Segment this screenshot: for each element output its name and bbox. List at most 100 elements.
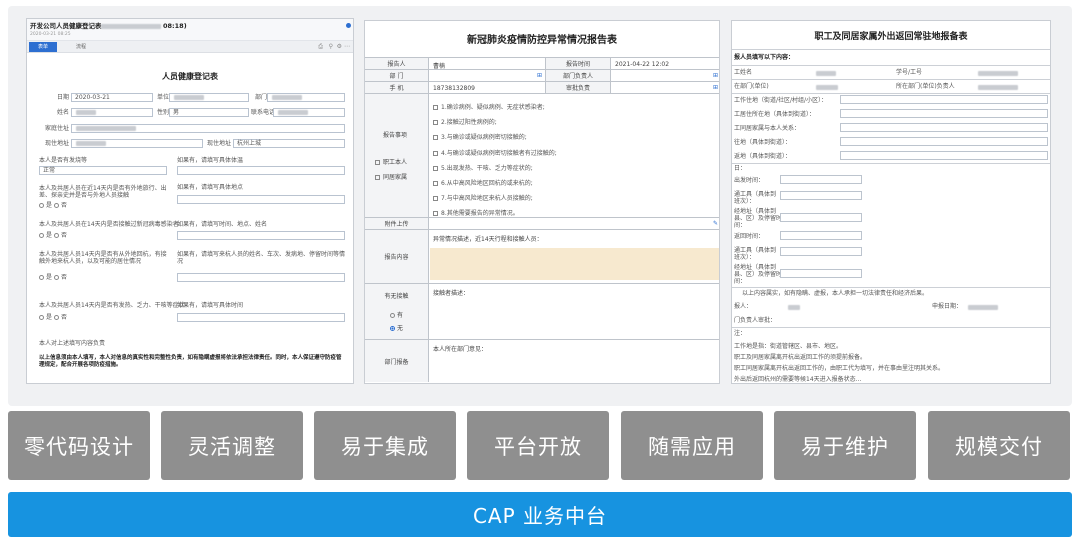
content-row: 报告内容 异常情况描述，近14天行程和接触人员： bbox=[365, 230, 719, 284]
transport-field[interactable] bbox=[780, 191, 862, 200]
relation-field[interactable] bbox=[840, 123, 1048, 132]
q3-detail-field[interactable] bbox=[177, 231, 345, 240]
self-checkbox[interactable]: 职工本人 bbox=[375, 157, 407, 166]
report-item[interactable]: 6.从中高风险地区回杭的或来杭的; bbox=[433, 176, 557, 191]
q5-detail-field[interactable] bbox=[177, 313, 345, 322]
report-time-value: 2021-04-22 12:02 bbox=[615, 61, 670, 68]
reporter-row: 报告人 曹楠 报告时间 2021-04-22 12:02 bbox=[365, 58, 719, 70]
return-time-field[interactable] bbox=[780, 231, 862, 240]
q4-detail-field[interactable] bbox=[177, 273, 345, 282]
temperature-field[interactable] bbox=[177, 166, 345, 175]
dept-row: 部 门 ⊞ 部门负责人 ⊞ bbox=[365, 70, 719, 82]
return-route-field[interactable] bbox=[780, 269, 862, 278]
destination-field[interactable] bbox=[840, 137, 1048, 146]
report-item[interactable]: 3.与确诊或疑似病例密切接触的; bbox=[433, 130, 557, 145]
blurred-value bbox=[788, 305, 800, 310]
return-time-label: 返回时间： bbox=[734, 233, 765, 240]
section-label: 报人员填写以下内容： bbox=[734, 54, 795, 61]
unit-label: 单位 bbox=[157, 94, 170, 101]
sign-label: 报人： bbox=[734, 303, 753, 310]
contact-hint: 接触者描述： bbox=[433, 290, 470, 297]
phone-row: 手 机 18738132809 审批负责 ⊞ bbox=[365, 82, 719, 94]
more-icon[interactable]: ⋯ bbox=[344, 44, 350, 50]
unit-field[interactable] bbox=[169, 93, 249, 102]
route-field[interactable] bbox=[780, 213, 862, 222]
current-address-label-2: 现住地址 bbox=[207, 140, 232, 147]
name-field[interactable] bbox=[71, 108, 153, 117]
residence-label: 工居住所在地（具体到街道）： bbox=[734, 111, 816, 118]
footer-note: 本人对上述填写内容负责 bbox=[39, 340, 106, 347]
dept-field[interactable] bbox=[267, 93, 345, 102]
tab-form[interactable]: 表单 bbox=[29, 42, 57, 52]
fever-field[interactable]: 正常 bbox=[39, 166, 167, 175]
items-row: 报告事项 职工本人 同居家属 1.确诊病例、疑似病例、无症状感染者; 2.接触过… bbox=[365, 94, 719, 218]
q3-options[interactable]: 是 否 bbox=[39, 233, 67, 239]
print-icon[interactable]: ⎙ bbox=[318, 44, 323, 50]
return-place-label: 返地（具体到街道）： bbox=[734, 153, 792, 160]
blurred-value bbox=[968, 305, 998, 310]
report-item[interactable]: 2.接触过阳性病例的; bbox=[433, 115, 557, 130]
report-item[interactable]: 5.出现发热、干咳、乏力等症状的; bbox=[433, 161, 557, 176]
q2-detail-field[interactable] bbox=[177, 195, 345, 204]
tab-flow[interactable]: 流程 bbox=[67, 42, 95, 52]
return-form-title: 职工及同居家属外出返回常驻地报备表 bbox=[814, 32, 968, 42]
footer-declaration: 以上信息须由本人填写，本人对信息的真实性和完整性负责，如有隐瞒虚报将依法承担法律… bbox=[39, 355, 342, 368]
address-label: 家庭住址 bbox=[45, 125, 70, 132]
feature-zero-code[interactable]: 零代码设计 bbox=[8, 411, 150, 480]
feature-integration[interactable]: 易于集成 bbox=[314, 411, 456, 480]
q5-options[interactable]: 是 否 bbox=[39, 315, 67, 321]
cap-business-platform-bar[interactable]: CAP 业务中台 bbox=[8, 492, 1072, 537]
depart-time-field[interactable] bbox=[780, 175, 862, 184]
note-item: 工作地是指：街道管辖区、县市、地区。 bbox=[734, 343, 843, 350]
feature-open-platform[interactable]: 平台开放 bbox=[467, 411, 609, 480]
dept-report-row: 部门报备 本人所在部门意见： bbox=[365, 340, 719, 382]
feature-maintainable[interactable]: 易于维护 bbox=[774, 411, 916, 480]
upload-icon[interactable]: ✎ bbox=[713, 220, 718, 227]
window-title: 开发公司人员健康登记表 bbox=[30, 22, 102, 30]
blurred-value bbox=[816, 85, 838, 90]
window-header: 开发公司人员健康登记表 08:18) 2020-03-21 08:25 bbox=[27, 19, 353, 41]
report-item[interactable]: 1.确诊病例、疑似病例、无症状感染者; bbox=[433, 100, 557, 115]
date-label: 日期 bbox=[57, 94, 70, 101]
return-place-field[interactable] bbox=[840, 151, 1048, 160]
residence-field[interactable] bbox=[840, 109, 1048, 118]
current-address-field[interactable] bbox=[71, 139, 203, 148]
screenshot-stage: 开发公司人员健康登记表 08:18) 2020-03-21 08:25 表单 流… bbox=[0, 0, 1080, 549]
address-field[interactable] bbox=[71, 124, 345, 133]
window-subtitle: 2020-03-21 08:25 bbox=[30, 32, 71, 37]
family-checkbox[interactable]: 同居家属 bbox=[375, 172, 407, 181]
status-dot-icon bbox=[346, 23, 351, 28]
note-item: 职工同居家属离开杭出返回工作的，由职工代为填写，并在事由里注明其关系。 bbox=[734, 365, 945, 372]
report-form-title: 新冠肺炎疫情防控异常情况报告表 bbox=[467, 35, 617, 46]
workplace-field[interactable] bbox=[840, 95, 1048, 104]
route-label: 经地址（具体到 县、区）及停留时 间： bbox=[734, 208, 783, 229]
settings-icon[interactable]: ⚙ bbox=[337, 44, 342, 50]
reporter-value: 曹楠 bbox=[433, 63, 446, 70]
feature-scale-delivery[interactable]: 规模交付 bbox=[928, 411, 1070, 480]
approver-picker-icon[interactable]: ⊞ bbox=[713, 84, 718, 91]
share-icon[interactable]: ⚲ bbox=[329, 44, 333, 50]
report-item[interactable]: 7.与中高风险地区来杭人员接触的; bbox=[433, 191, 557, 206]
content-input[interactable] bbox=[430, 248, 719, 280]
contact-option-no[interactable]: 无 bbox=[389, 323, 403, 332]
report-item[interactable]: 4.与确诊或疑似病例密切接触者有过接触的; bbox=[433, 146, 557, 161]
dept-picker-icon[interactable]: ⊞ bbox=[537, 72, 542, 79]
blurred-value bbox=[816, 71, 836, 76]
q2-options[interactable]: 是 否 bbox=[39, 203, 67, 209]
q4-options[interactable]: 是 否 bbox=[39, 275, 67, 281]
date-field[interactable]: 2020-03-21 bbox=[71, 93, 153, 102]
relation-label: 工同居家属与本人关系： bbox=[734, 125, 801, 132]
feature-flexible[interactable]: 灵活调整 bbox=[161, 411, 303, 480]
return-transport-field[interactable] bbox=[780, 247, 862, 256]
note-item: 外出后返回杭州的需要等候14天进入报备状态… bbox=[734, 376, 862, 383]
trip-label: 日： bbox=[734, 165, 747, 172]
return-transport-label: 通工具（具体到 班次）： bbox=[734, 247, 777, 261]
promise-text: 以上内容属实，如有隐瞒、虚报，本人承担一切法律责任和经济后果。 bbox=[742, 290, 929, 297]
current-address-city[interactable]: 杭州上城 bbox=[233, 139, 345, 148]
gender-field[interactable]: 男 bbox=[169, 108, 249, 117]
feature-on-demand[interactable]: 随需应用 bbox=[621, 411, 763, 480]
dept-head-picker-icon[interactable]: ⊞ bbox=[713, 72, 718, 79]
contact-option-yes[interactable]: 有 bbox=[389, 310, 403, 319]
transport-label: 通工具（具体到 班次）： bbox=[734, 191, 777, 205]
phone-field[interactable] bbox=[273, 108, 345, 117]
